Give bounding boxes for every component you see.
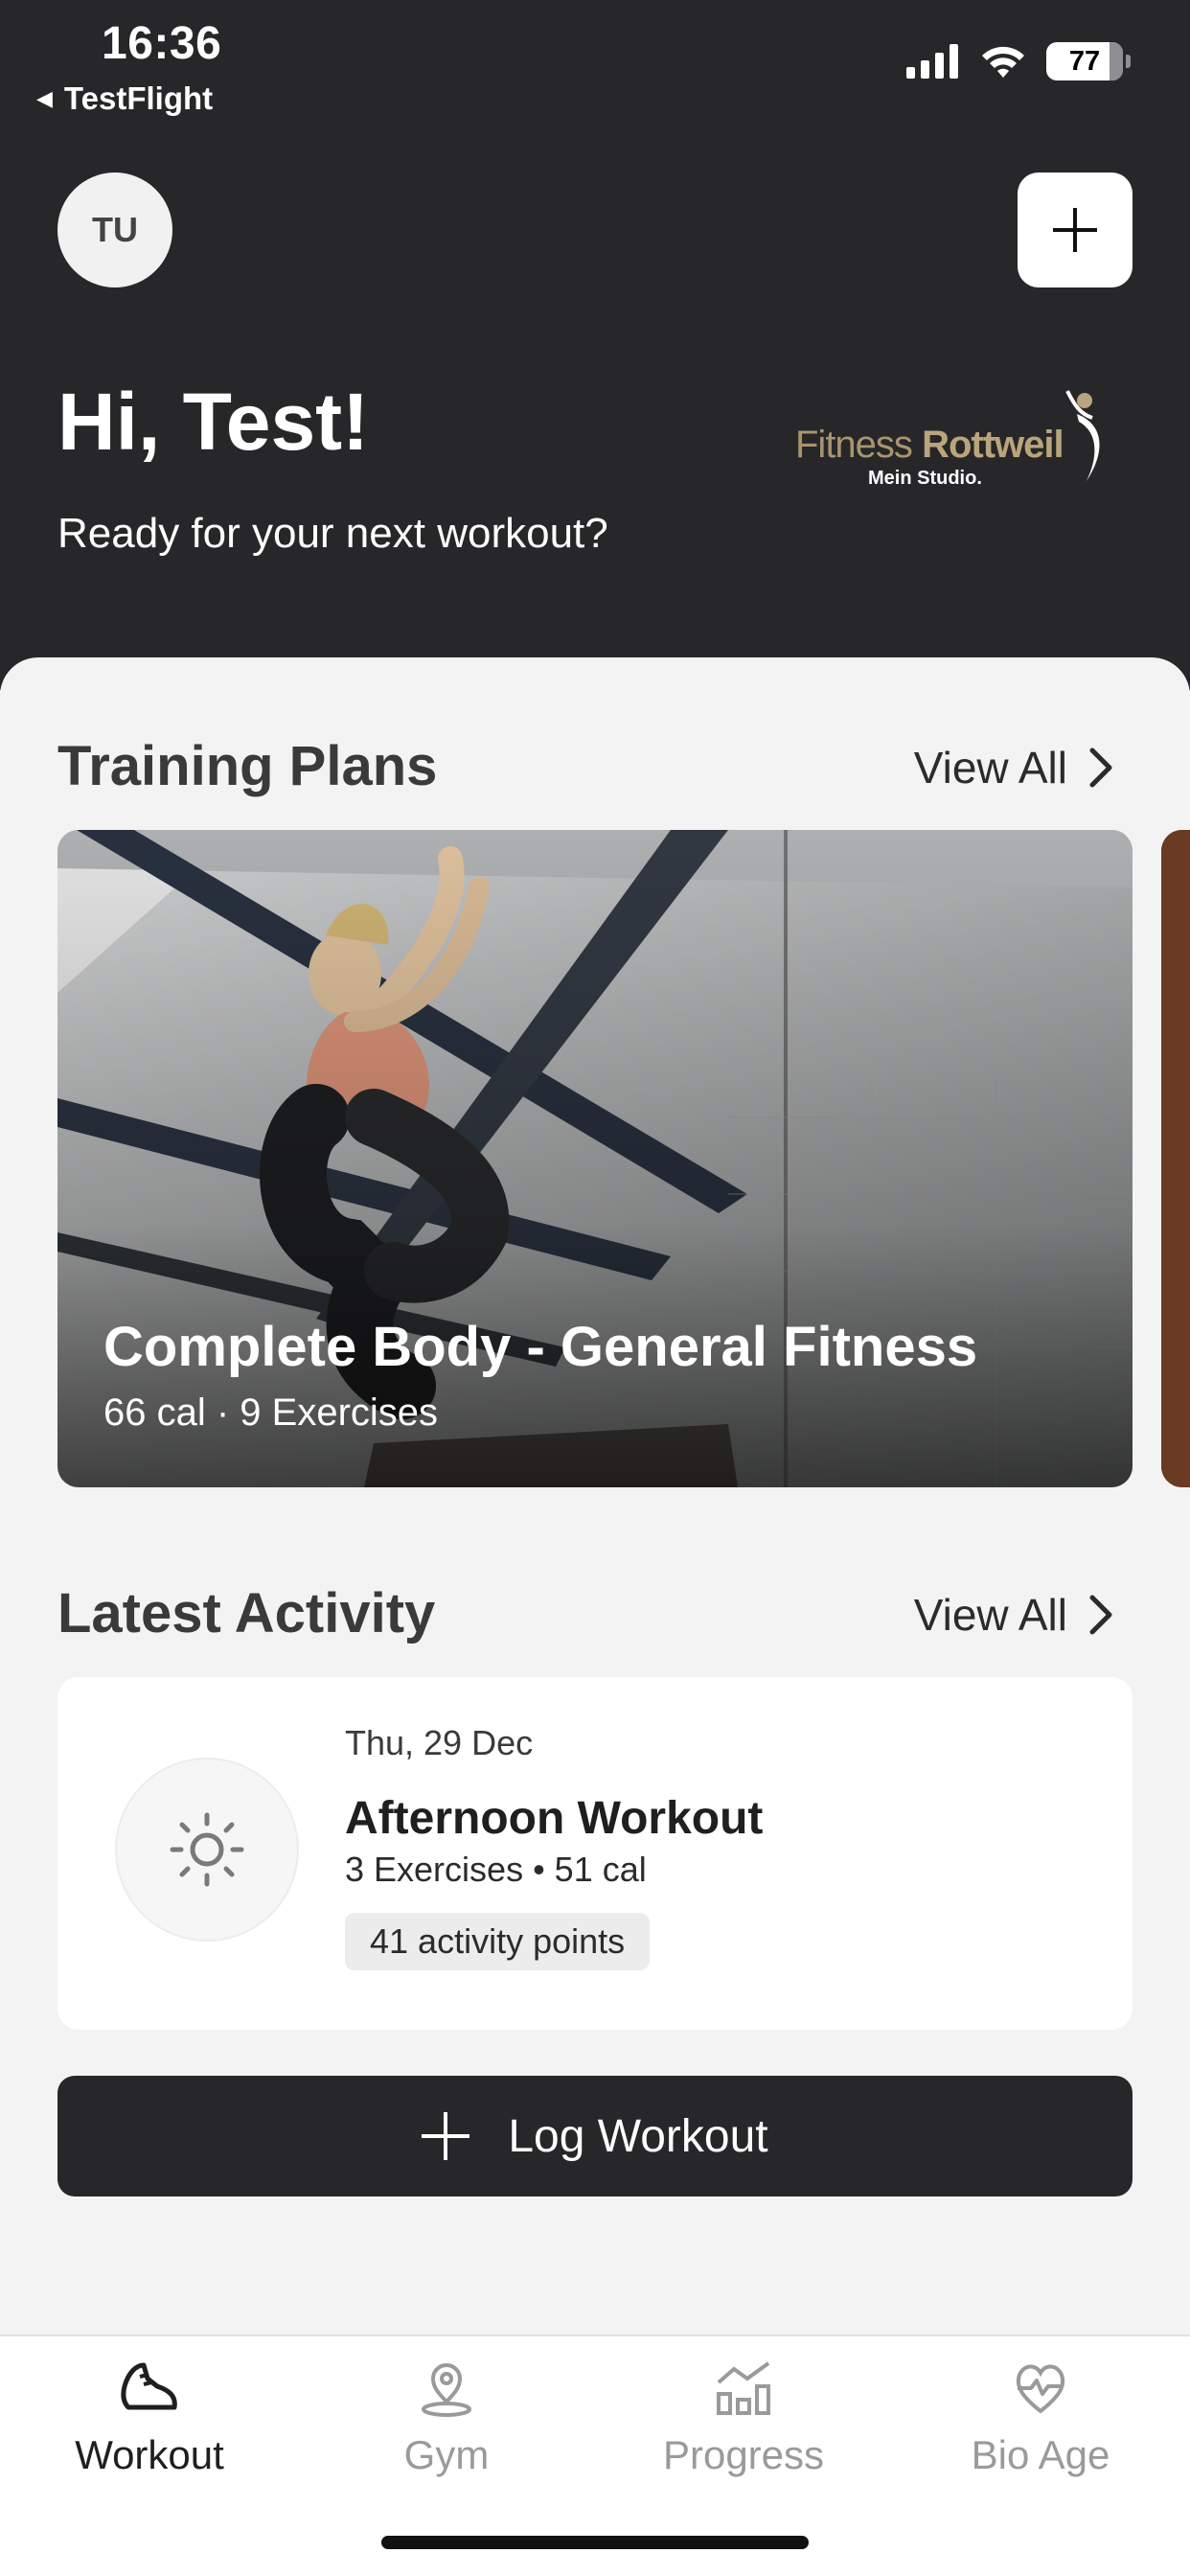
tab-progress[interactable]: Progress (619, 2358, 868, 2478)
plan-card-photo (57, 830, 1133, 1487)
training-plans-view-all[interactable]: View All (914, 742, 1113, 794)
back-to-app-link[interactable]: ◀ TestFlight (36, 80, 213, 117)
view-all-label: View All (913, 1590, 1067, 1640)
greeting-subtitle: Ready for your next workout? (57, 510, 608, 557)
signal-icon (906, 44, 958, 79)
status-icons: 77 (906, 42, 1131, 80)
add-button[interactable] (1018, 172, 1133, 288)
tab-bio-age[interactable]: Bio Age (916, 2358, 1165, 2478)
activity-date: Thu, 29 Dec (345, 1723, 534, 1762)
training-plans-title: Training Plans (57, 735, 438, 797)
avatar[interactable]: TU (57, 172, 172, 288)
latest-activity-title: Latest Activity (57, 1582, 436, 1644)
tab-workout[interactable]: Workout (25, 2358, 274, 2478)
plus-icon (422, 2112, 470, 2160)
location-pin-icon (422, 2363, 471, 2417)
battery-level: 77 (1068, 45, 1101, 77)
heart-pulse-icon (1016, 2364, 1065, 2414)
activity-meta: 3 Exercises • 51 cal (345, 1850, 647, 1889)
plus-icon (1053, 208, 1097, 252)
latest-activity-view-all[interactable]: View All (914, 1589, 1113, 1641)
chevron-right-icon (1089, 748, 1112, 788)
logo-figure-icon (1065, 390, 1100, 481)
plan-card-meta: 66 cal · 9 Exercises (103, 1392, 439, 1434)
activity-icon-circle (115, 1758, 299, 1942)
home-indicator (381, 2536, 809, 2549)
next-plan-card-peek[interactable] (1161, 830, 1190, 1487)
activity-card[interactable]: Thu, 29 Dec Afternoon Workout 3 Exercise… (57, 1677, 1133, 2030)
activity-title: Afternoon Workout (345, 1793, 764, 1844)
tab-label: Workout (75, 2432, 224, 2477)
log-workout-button[interactable]: Log Workout (57, 2076, 1133, 2196)
back-app-label: TestFlight (63, 80, 214, 116)
tab-gym[interactable]: Gym (322, 2358, 571, 2478)
greeting-title: Hi, Test! (57, 377, 370, 467)
logo-wordmark: Fitness Rottweil (795, 424, 1064, 466)
log-workout-label: Log Workout (508, 2110, 768, 2162)
tab-label: Bio Age (971, 2432, 1110, 2477)
activity-points-badge: 41 activity points (345, 1913, 651, 1970)
tab-label: Gym (403, 2432, 490, 2477)
back-triangle-icon: ◀ (36, 86, 53, 110)
wifi-icon (982, 46, 1024, 78)
studio-logo: Fitness Rottweil Mein Studio. (791, 385, 1117, 500)
shoe-icon (121, 2362, 177, 2410)
chart-icon (717, 2361, 770, 2415)
battery-icon: 77 (1046, 42, 1123, 80)
view-all-label: View All (913, 743, 1067, 793)
header: 16:36 ◀ TestFlight 77 TU Hi, Test! Ready… (0, 0, 1190, 690)
chevron-right-icon (1089, 1595, 1112, 1635)
logo-tagline: Mein Studio. (868, 468, 982, 489)
sun-icon (170, 1812, 244, 1887)
status-time: 16:36 (102, 18, 222, 69)
training-plan-card[interactable]: Complete Body - General Fitness 66 cal ·… (57, 830, 1133, 1487)
tab-label: Progress (662, 2432, 825, 2477)
plan-card-title: Complete Body - General Fitness (103, 1316, 978, 1378)
